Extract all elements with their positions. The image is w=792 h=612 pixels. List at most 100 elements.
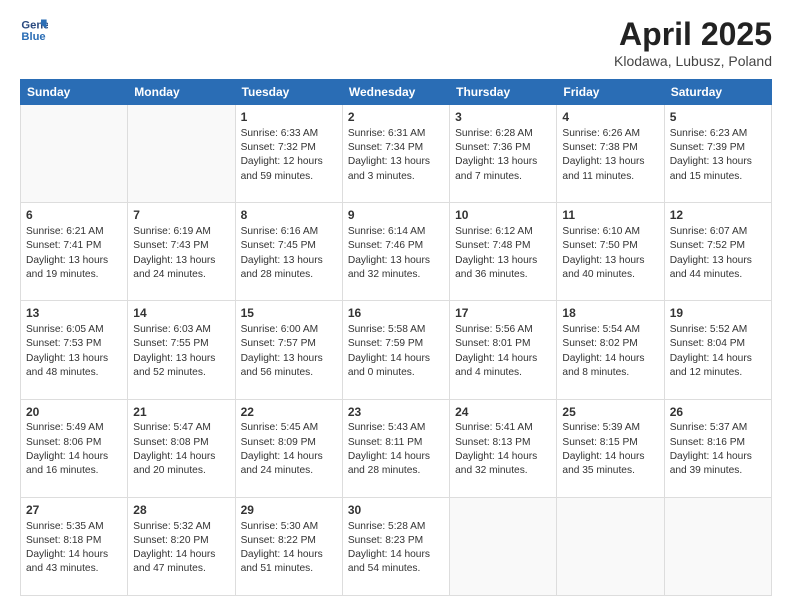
day-info: Sunrise: 6:10 AMSunset: 7:50 PMDaylight:… xyxy=(562,225,658,282)
header-monday: Monday xyxy=(128,80,235,105)
calendar-subtitle: Klodawa, Lubusz, Poland xyxy=(614,53,772,69)
calendar-week-row: 1Sunrise: 6:33 AMSunset: 7:32 PMDaylight… xyxy=(21,105,772,203)
calendar-day: 28Sunrise: 5:32 AMSunset: 8:20 PMDayligh… xyxy=(128,497,235,595)
calendar-day: 25Sunrise: 5:39 AMSunset: 8:15 PMDayligh… xyxy=(557,399,664,497)
calendar-day: 26Sunrise: 5:37 AMSunset: 8:16 PMDayligh… xyxy=(664,399,771,497)
day-number: 7 xyxy=(133,207,229,224)
calendar-day xyxy=(664,497,771,595)
calendar-day: 17Sunrise: 5:56 AMSunset: 8:01 PMDayligh… xyxy=(450,301,557,399)
day-info: Sunrise: 5:39 AMSunset: 8:15 PMDaylight:… xyxy=(562,421,658,478)
day-info: Sunrise: 6:00 AMSunset: 7:57 PMDaylight:… xyxy=(241,323,337,380)
day-info: Sunrise: 5:47 AMSunset: 8:08 PMDaylight:… xyxy=(133,421,229,478)
weekday-header-row: Sunday Monday Tuesday Wednesday Thursday… xyxy=(21,80,772,105)
header-tuesday: Tuesday xyxy=(235,80,342,105)
day-info: Sunrise: 5:52 AMSunset: 8:04 PMDaylight:… xyxy=(670,323,766,380)
day-number: 8 xyxy=(241,207,337,224)
day-number: 23 xyxy=(348,404,444,421)
day-info: Sunrise: 6:31 AMSunset: 7:34 PMDaylight:… xyxy=(348,127,444,184)
page: General Blue April 2025 Klodawa, Lubusz,… xyxy=(0,0,792,612)
day-info: Sunrise: 6:03 AMSunset: 7:55 PMDaylight:… xyxy=(133,323,229,380)
day-number: 10 xyxy=(455,207,551,224)
day-info: Sunrise: 5:43 AMSunset: 8:11 PMDaylight:… xyxy=(348,421,444,478)
calendar-day: 30Sunrise: 5:28 AMSunset: 8:23 PMDayligh… xyxy=(342,497,449,595)
calendar-day: 3Sunrise: 6:28 AMSunset: 7:36 PMDaylight… xyxy=(450,105,557,203)
day-info: Sunrise: 6:07 AMSunset: 7:52 PMDaylight:… xyxy=(670,225,766,282)
day-number: 28 xyxy=(133,502,229,519)
calendar-day: 20Sunrise: 5:49 AMSunset: 8:06 PMDayligh… xyxy=(21,399,128,497)
day-number: 11 xyxy=(562,207,658,224)
day-info: Sunrise: 6:23 AMSunset: 7:39 PMDaylight:… xyxy=(670,127,766,184)
calendar-week-row: 27Sunrise: 5:35 AMSunset: 8:18 PMDayligh… xyxy=(21,497,772,595)
day-info: Sunrise: 5:41 AMSunset: 8:13 PMDaylight:… xyxy=(455,421,551,478)
calendar-day xyxy=(450,497,557,595)
day-info: Sunrise: 5:30 AMSunset: 8:22 PMDaylight:… xyxy=(241,520,337,577)
day-number: 20 xyxy=(26,404,122,421)
svg-text:Blue: Blue xyxy=(21,31,45,43)
day-number: 3 xyxy=(455,109,551,126)
day-info: Sunrise: 6:16 AMSunset: 7:45 PMDaylight:… xyxy=(241,225,337,282)
day-number: 30 xyxy=(348,502,444,519)
calendar-day: 29Sunrise: 5:30 AMSunset: 8:22 PMDayligh… xyxy=(235,497,342,595)
day-number: 15 xyxy=(241,305,337,322)
calendar-day xyxy=(128,105,235,203)
day-info: Sunrise: 5:45 AMSunset: 8:09 PMDaylight:… xyxy=(241,421,337,478)
calendar-day: 4Sunrise: 6:26 AMSunset: 7:38 PMDaylight… xyxy=(557,105,664,203)
calendar-day: 2Sunrise: 6:31 AMSunset: 7:34 PMDaylight… xyxy=(342,105,449,203)
day-info: Sunrise: 5:49 AMSunset: 8:06 PMDaylight:… xyxy=(26,421,122,478)
calendar-day: 24Sunrise: 5:41 AMSunset: 8:13 PMDayligh… xyxy=(450,399,557,497)
day-info: Sunrise: 5:54 AMSunset: 8:02 PMDaylight:… xyxy=(562,323,658,380)
day-number: 21 xyxy=(133,404,229,421)
title-block: April 2025 Klodawa, Lubusz, Poland xyxy=(614,16,772,69)
calendar-day: 18Sunrise: 5:54 AMSunset: 8:02 PMDayligh… xyxy=(557,301,664,399)
day-number: 12 xyxy=(670,207,766,224)
day-info: Sunrise: 6:21 AMSunset: 7:41 PMDaylight:… xyxy=(26,225,122,282)
logo: General Blue xyxy=(20,16,50,44)
day-number: 4 xyxy=(562,109,658,126)
day-number: 6 xyxy=(26,207,122,224)
day-info: Sunrise: 5:58 AMSunset: 7:59 PMDaylight:… xyxy=(348,323,444,380)
calendar-day: 12Sunrise: 6:07 AMSunset: 7:52 PMDayligh… xyxy=(664,203,771,301)
calendar-table: Sunday Monday Tuesday Wednesday Thursday… xyxy=(20,79,772,596)
day-info: Sunrise: 6:05 AMSunset: 7:53 PMDaylight:… xyxy=(26,323,122,380)
calendar-day: 8Sunrise: 6:16 AMSunset: 7:45 PMDaylight… xyxy=(235,203,342,301)
calendar-day: 5Sunrise: 6:23 AMSunset: 7:39 PMDaylight… xyxy=(664,105,771,203)
calendar-day: 10Sunrise: 6:12 AMSunset: 7:48 PMDayligh… xyxy=(450,203,557,301)
day-number: 22 xyxy=(241,404,337,421)
day-info: Sunrise: 5:35 AMSunset: 8:18 PMDaylight:… xyxy=(26,520,122,577)
calendar-title: April 2025 xyxy=(614,16,772,53)
calendar-day xyxy=(557,497,664,595)
day-number: 26 xyxy=(670,404,766,421)
header-friday: Friday xyxy=(557,80,664,105)
day-number: 18 xyxy=(562,305,658,322)
calendar-day: 1Sunrise: 6:33 AMSunset: 7:32 PMDaylight… xyxy=(235,105,342,203)
calendar-day: 27Sunrise: 5:35 AMSunset: 8:18 PMDayligh… xyxy=(21,497,128,595)
day-number: 1 xyxy=(241,109,337,126)
calendar-day: 15Sunrise: 6:00 AMSunset: 7:57 PMDayligh… xyxy=(235,301,342,399)
calendar-day: 23Sunrise: 5:43 AMSunset: 8:11 PMDayligh… xyxy=(342,399,449,497)
day-info: Sunrise: 6:26 AMSunset: 7:38 PMDaylight:… xyxy=(562,127,658,184)
day-info: Sunrise: 6:28 AMSunset: 7:36 PMDaylight:… xyxy=(455,127,551,184)
header-sunday: Sunday xyxy=(21,80,128,105)
day-number: 29 xyxy=(241,502,337,519)
day-info: Sunrise: 5:37 AMSunset: 8:16 PMDaylight:… xyxy=(670,421,766,478)
day-info: Sunrise: 6:14 AMSunset: 7:46 PMDaylight:… xyxy=(348,225,444,282)
calendar-week-row: 13Sunrise: 6:05 AMSunset: 7:53 PMDayligh… xyxy=(21,301,772,399)
header-saturday: Saturday xyxy=(664,80,771,105)
day-number: 27 xyxy=(26,502,122,519)
day-number: 5 xyxy=(670,109,766,126)
day-number: 19 xyxy=(670,305,766,322)
day-number: 17 xyxy=(455,305,551,322)
day-number: 2 xyxy=(348,109,444,126)
calendar-day: 16Sunrise: 5:58 AMSunset: 7:59 PMDayligh… xyxy=(342,301,449,399)
calendar-day xyxy=(21,105,128,203)
header: General Blue April 2025 Klodawa, Lubusz,… xyxy=(20,16,772,69)
calendar-day: 13Sunrise: 6:05 AMSunset: 7:53 PMDayligh… xyxy=(21,301,128,399)
calendar-week-row: 6Sunrise: 6:21 AMSunset: 7:41 PMDaylight… xyxy=(21,203,772,301)
day-number: 16 xyxy=(348,305,444,322)
header-wednesday: Wednesday xyxy=(342,80,449,105)
calendar-day: 9Sunrise: 6:14 AMSunset: 7:46 PMDaylight… xyxy=(342,203,449,301)
calendar-day: 14Sunrise: 6:03 AMSunset: 7:55 PMDayligh… xyxy=(128,301,235,399)
day-number: 9 xyxy=(348,207,444,224)
day-info: Sunrise: 5:32 AMSunset: 8:20 PMDaylight:… xyxy=(133,520,229,577)
day-info: Sunrise: 6:12 AMSunset: 7:48 PMDaylight:… xyxy=(455,225,551,282)
